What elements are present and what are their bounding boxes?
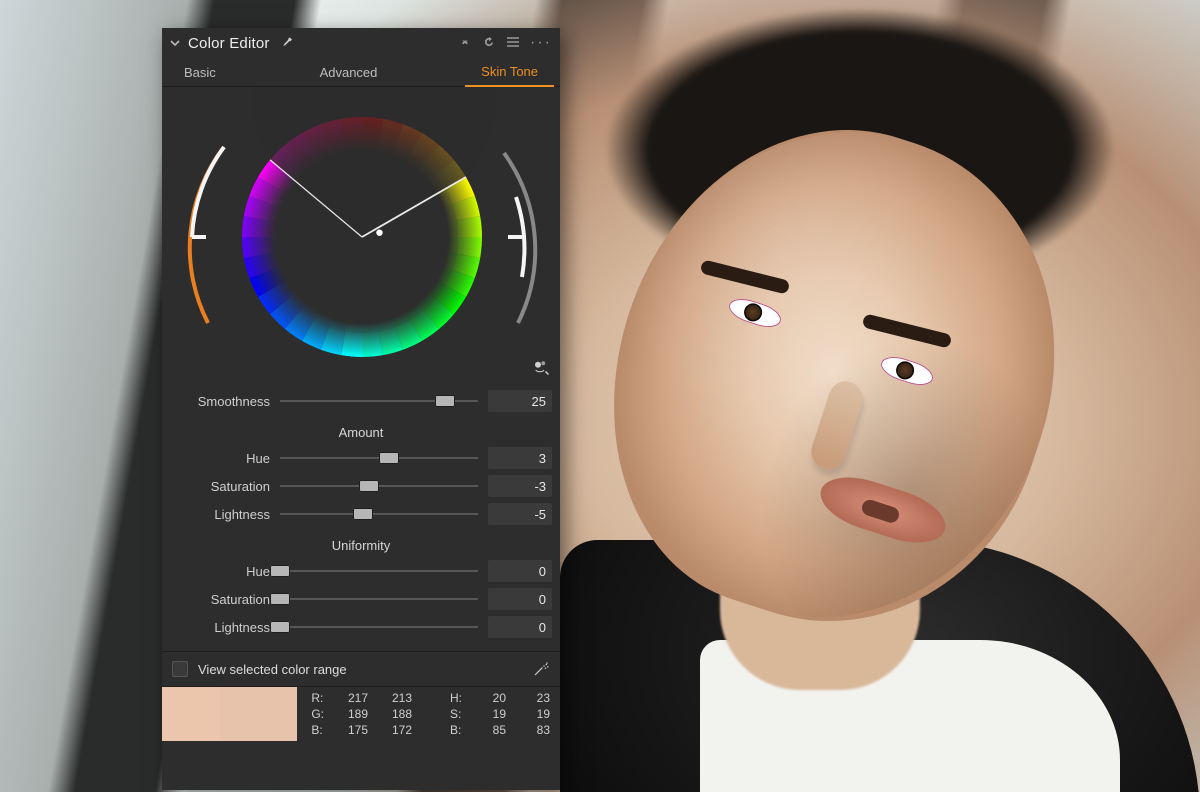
amount-title: Amount: [162, 425, 560, 440]
uni-hue-value[interactable]: 0: [488, 560, 552, 582]
uni-light-track[interactable]: [280, 618, 478, 636]
uni-sat-label: Saturation: [162, 592, 280, 607]
pick-skin-tone-icon[interactable]: [532, 358, 550, 379]
tab-skin-tone[interactable]: Skin Tone: [465, 64, 554, 87]
smoothness-label: Smoothness: [162, 394, 280, 409]
amount-sat-track[interactable]: [280, 477, 478, 495]
eyedropper-icon[interactable]: [278, 35, 292, 52]
smoothness-knob[interactable]: [435, 395, 455, 407]
color-wheel[interactable]: [242, 87, 496, 357]
amount-light-knob[interactable]: [353, 508, 373, 520]
hue-arc-left[interactable]: [190, 147, 224, 323]
amount-sat-label: Saturation: [162, 479, 280, 494]
color-wheel-area: [162, 87, 560, 387]
uni-hue-label: Hue: [162, 564, 280, 579]
more-menu-icon[interactable]: ···: [530, 34, 552, 52]
amount-sat-value[interactable]: -3: [488, 475, 552, 497]
uni-hue-knob[interactable]: [270, 565, 290, 577]
slider-smoothness: Smoothness 25: [162, 387, 560, 415]
uniformity-title: Uniformity: [162, 538, 560, 553]
view-range-checkbox[interactable]: [172, 661, 188, 677]
view-range-label: View selected color range: [198, 662, 347, 677]
amount-light-value[interactable]: -5: [488, 503, 552, 525]
panel-footer: R:217213H:2023 G:189188S:1919 B:175172B:…: [162, 686, 560, 741]
uni-sat-track[interactable]: [280, 590, 478, 608]
uni-light-value[interactable]: 0: [488, 616, 552, 638]
panel-title: Color Editor: [188, 35, 270, 52]
amount-hue-value[interactable]: 3: [488, 447, 552, 469]
color-editor-panel: Color Editor ··· Basic Advanced: [162, 28, 560, 790]
uni-sat-knob[interactable]: [270, 593, 290, 605]
amount-light-label: Lightness: [162, 507, 280, 522]
tab-basic[interactable]: Basic: [168, 65, 232, 86]
copy-adjustments-icon[interactable]: [458, 35, 472, 52]
smoothness-track[interactable]: [280, 392, 478, 410]
reset-icon[interactable]: [482, 35, 496, 52]
color-readout: R:217213H:2023 G:189188S:1919 B:175172B:…: [297, 687, 560, 741]
uni-light-knob[interactable]: [270, 621, 290, 633]
hue-arc-right[interactable]: [504, 153, 535, 323]
tab-advanced[interactable]: Advanced: [304, 65, 394, 86]
amount-hue-knob[interactable]: [379, 452, 399, 464]
swatch-before[interactable]: [162, 687, 220, 741]
invert-selection-icon[interactable]: [532, 660, 550, 678]
amount-light-track[interactable]: [280, 505, 478, 523]
amount-sat-knob[interactable]: [359, 480, 379, 492]
uni-hue-track[interactable]: [280, 562, 478, 580]
panel-header: Color Editor ···: [162, 28, 560, 58]
amount-hue-label: Hue: [162, 451, 280, 466]
smoothness-value[interactable]: 25: [488, 390, 552, 412]
uni-sat-value[interactable]: 0: [488, 588, 552, 610]
uni-light-label: Lightness: [162, 620, 280, 635]
collapse-toggle-icon[interactable]: [170, 36, 180, 51]
swatch-after[interactable]: [220, 687, 297, 741]
color-pick-point[interactable]: [376, 229, 382, 235]
tabs: Basic Advanced Skin Tone: [162, 58, 560, 87]
presets-menu-icon[interactable]: [506, 36, 520, 51]
amount-hue-track[interactable]: [280, 449, 478, 467]
